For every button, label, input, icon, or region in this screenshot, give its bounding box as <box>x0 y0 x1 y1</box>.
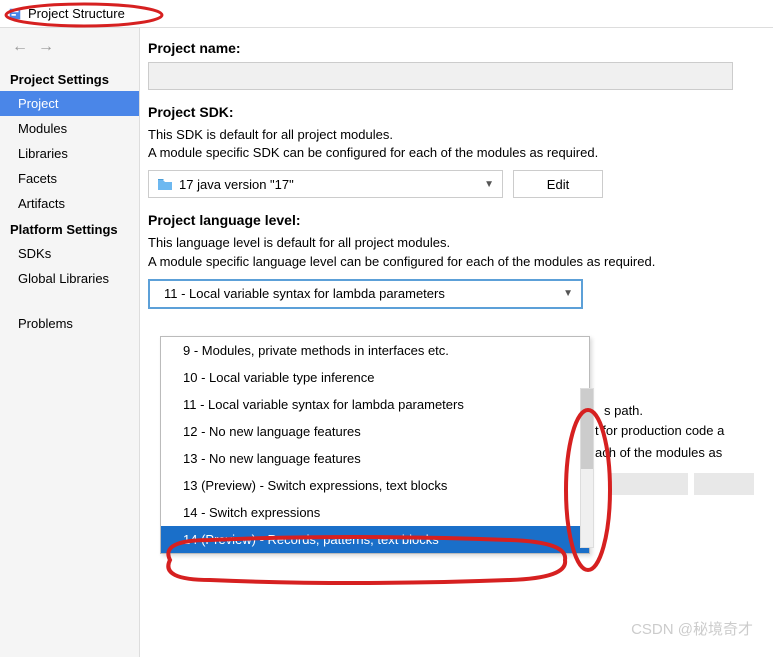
titlebar: Project Structure <box>0 0 773 28</box>
sidebar-item-artifacts[interactable]: Artifacts <box>0 191 139 216</box>
lang-option-14-preview[interactable]: 14 (Preview) - Records, patterns, text b… <box>161 526 589 553</box>
project-name-input[interactable] <box>148 62 733 90</box>
section-header-project-settings: Project Settings <box>0 66 139 91</box>
greyed-box <box>608 473 688 495</box>
scrollbar-thumb[interactable] <box>581 389 593 469</box>
lang-option-13[interactable]: 13 - No new language features <box>161 445 589 472</box>
sdk-dropdown[interactable]: 17 java version "17" ▼ <box>148 170 503 198</box>
lang-option-13-preview[interactable]: 13 (Preview) - Switch expressions, text … <box>161 472 589 499</box>
chevron-down-icon: ▼ <box>484 179 494 190</box>
edit-button[interactable]: Edit <box>513 170 603 198</box>
lang-level-label: Project language level: <box>148 212 773 228</box>
sdk-desc-2: A module specific SDK can be configured … <box>148 144 773 162</box>
sidebar-item-facets[interactable]: Facets <box>0 166 139 191</box>
nav-arrows: ← → <box>0 28 139 66</box>
watermark: CSDN @秘境奇才 <box>631 618 753 639</box>
sidebar: ← → Project Settings Project Modules Lib… <box>0 28 140 657</box>
app-icon <box>8 7 22 21</box>
lang-desc-1: This language level is default for all p… <box>148 234 773 252</box>
window-title: Project Structure <box>28 6 125 21</box>
lang-option-11[interactable]: 11 - Local variable syntax for lambda pa… <box>161 391 589 418</box>
peek-text-2: t for production code a <box>595 423 724 438</box>
peek-text-1: s path. <box>604 403 643 418</box>
lang-level-dropdown-list: 9 - Modules, private methods in interfac… <box>160 336 590 554</box>
sidebar-item-sdks[interactable]: SDKs <box>0 241 139 266</box>
sidebar-item-problems[interactable]: Problems <box>0 311 139 336</box>
lang-desc-2: A module specific language level can be … <box>148 253 773 271</box>
sdk-desc-1: This SDK is default for all project modu… <box>148 126 773 144</box>
lang-level-dropdown[interactable]: 11 - Local variable syntax for lambda pa… <box>148 279 583 309</box>
sidebar-item-project[interactable]: Project <box>0 91 139 116</box>
dropdown-scrollbar[interactable] <box>580 388 594 548</box>
greyed-box <box>694 473 754 495</box>
sidebar-item-modules[interactable]: Modules <box>0 116 139 141</box>
folder-icon <box>157 177 173 191</box>
sidebar-item-global-libraries[interactable]: Global Libraries <box>0 266 139 291</box>
sidebar-item-libraries[interactable]: Libraries <box>0 141 139 166</box>
lang-option-12[interactable]: 12 - No new language features <box>161 418 589 445</box>
lang-option-9[interactable]: 9 - Modules, private methods in interfac… <box>161 337 589 364</box>
peek-text-3: ach of the modules as <box>595 445 722 460</box>
lang-level-selected-value: 11 - Local variable syntax for lambda pa… <box>158 286 445 301</box>
back-arrow-icon[interactable]: ← <box>12 38 28 56</box>
section-header-platform-settings: Platform Settings <box>0 216 139 241</box>
project-name-label: Project name: <box>148 40 773 56</box>
lang-option-14[interactable]: 14 - Switch expressions <box>161 499 589 526</box>
sdk-selected-value: 17 java version "17" <box>179 177 294 192</box>
project-sdk-label: Project SDK: <box>148 104 773 120</box>
forward-arrow-icon[interactable]: → <box>38 38 54 56</box>
chevron-down-icon: ▼ <box>563 288 573 299</box>
lang-option-10[interactable]: 10 - Local variable type inference <box>161 364 589 391</box>
